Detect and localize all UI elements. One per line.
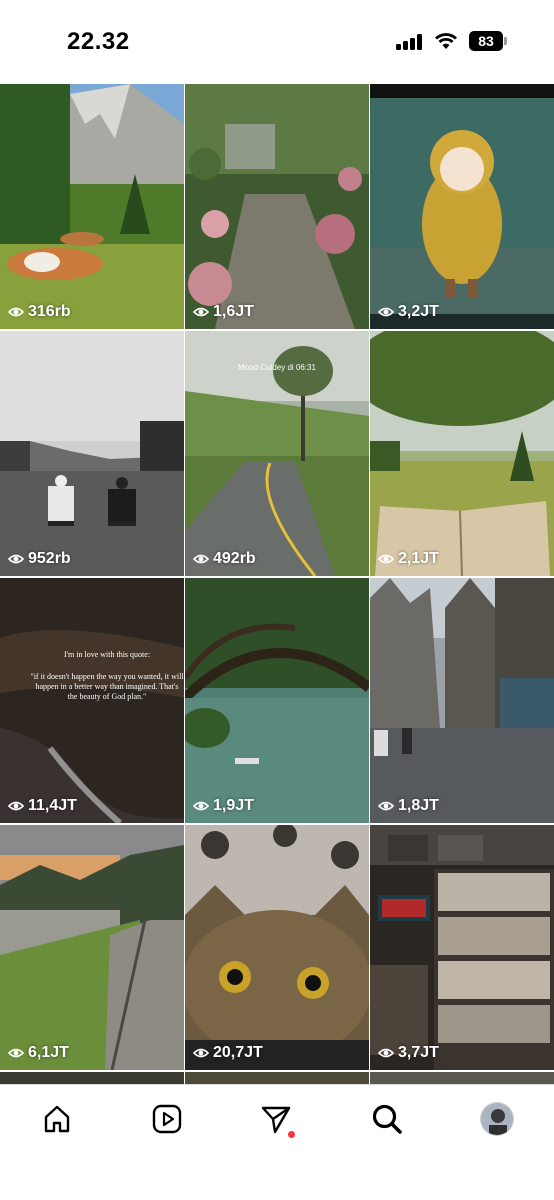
view-count: 1,8JT (378, 797, 439, 815)
eye-icon (193, 554, 209, 564)
eye-icon (193, 307, 209, 317)
view-count-label: 952rb (28, 550, 71, 567)
grid-tile[interactable]: 20,7JT (185, 825, 369, 1070)
grid-tile[interactable]: 316rb (0, 84, 184, 329)
eye-icon (8, 1048, 24, 1058)
grid-tile[interactable]: Mood Cuidey di 06:31 492rb (185, 331, 369, 576)
grid-tile[interactable]: 1,6JT (185, 84, 369, 329)
grid-tile[interactable] (0, 1072, 184, 1084)
view-count: 6,1JT (8, 1044, 69, 1062)
eye-icon (378, 801, 394, 811)
view-count: 1,9JT (193, 797, 254, 815)
view-count-label: 6,1JT (28, 1044, 69, 1061)
view-count-label: 11,4JT (28, 797, 77, 814)
view-count-label: 20,7JT (213, 1044, 263, 1061)
grid-tile[interactable]: 3,2JT (370, 84, 554, 329)
status-bar: 22.32 83 (0, 0, 554, 84)
view-count: 3,2JT (378, 303, 439, 321)
grid-tile[interactable]: 1,8JT (370, 578, 554, 823)
eye-icon (193, 801, 209, 811)
send-icon (261, 1106, 291, 1134)
quote-intro: I'm in love with this quote: (63, 650, 151, 659)
view-count-label: 1,8JT (398, 797, 439, 814)
view-count: 952rb (8, 550, 71, 568)
view-count: 20,7JT (193, 1044, 263, 1062)
grid-tile[interactable]: 6,1JT (0, 825, 184, 1070)
view-count-label: 1,6JT (213, 303, 254, 320)
view-count: 2,1JT (378, 550, 439, 568)
post-thumbnail (370, 331, 554, 576)
nav-search[interactable] (367, 1099, 407, 1139)
eye-icon (193, 1048, 209, 1058)
grid-tile[interactable]: 952rb (0, 331, 184, 576)
post-thumbnail (0, 331, 184, 576)
profile-avatar (480, 1102, 514, 1136)
view-count: 1,6JT (193, 303, 254, 321)
view-count-label: 3,7JT (398, 1044, 439, 1061)
eye-icon (378, 1048, 394, 1058)
reels-icon (152, 1104, 182, 1134)
view-count: 11,4JT (8, 797, 77, 815)
quote-body: "if it doesn't happen the way you wanted… (30, 672, 184, 701)
post-thumbnail (185, 825, 369, 1070)
bottom-navigation (0, 1084, 554, 1200)
grid-tile[interactable]: 3,7JT (370, 825, 554, 1070)
nav-home[interactable] (37, 1099, 77, 1139)
eye-icon (378, 554, 394, 564)
post-thumbnail (370, 825, 554, 1070)
wifi-icon (435, 33, 457, 49)
post-thumbnail (185, 578, 369, 823)
post-caption: Mood Cuidey di 06:31 (238, 363, 316, 372)
eye-icon (8, 554, 24, 564)
view-count: 316rb (8, 303, 71, 321)
view-count: 3,7JT (378, 1044, 439, 1062)
battery-icon: 83 (469, 31, 509, 51)
clock: 22.32 (67, 28, 130, 55)
view-count-label: 492rb (213, 550, 256, 567)
post-thumbnail (0, 825, 184, 1070)
post-thumbnail (0, 84, 184, 329)
view-count-label: 3,2JT (398, 303, 439, 320)
nav-reels[interactable] (147, 1099, 187, 1139)
grid-tile[interactable]: 1,9JT (185, 578, 369, 823)
grid-tile[interactable] (185, 1072, 369, 1084)
eye-icon (8, 307, 24, 317)
eye-icon (378, 307, 394, 317)
explore-grid: 316rb 1,6JT 3,2JT 952rb Mood Cuidey di 0… (0, 84, 554, 1084)
nav-profile[interactable] (477, 1099, 517, 1139)
view-count-label: 2,1JT (398, 550, 439, 567)
grid-tile[interactable]: 2,1JT (370, 331, 554, 576)
battery-level: 83 (469, 31, 503, 51)
post-thumbnail (370, 578, 554, 823)
home-icon (44, 1105, 70, 1133)
view-count-label: 316rb (28, 303, 71, 320)
cellular-signal-icon (396, 34, 426, 50)
post-thumbnail (185, 84, 369, 329)
search-icon (372, 1104, 402, 1134)
eye-icon (8, 801, 24, 811)
grid-tile[interactable] (370, 1072, 554, 1084)
grid-tile[interactable]: I'm in love with this quote: "if it does… (0, 578, 184, 823)
nav-messages[interactable] (256, 1099, 296, 1139)
view-count-label: 1,9JT (213, 797, 254, 814)
post-thumbnail (370, 84, 554, 329)
notification-dot (288, 1131, 295, 1138)
view-count: 492rb (193, 550, 256, 568)
